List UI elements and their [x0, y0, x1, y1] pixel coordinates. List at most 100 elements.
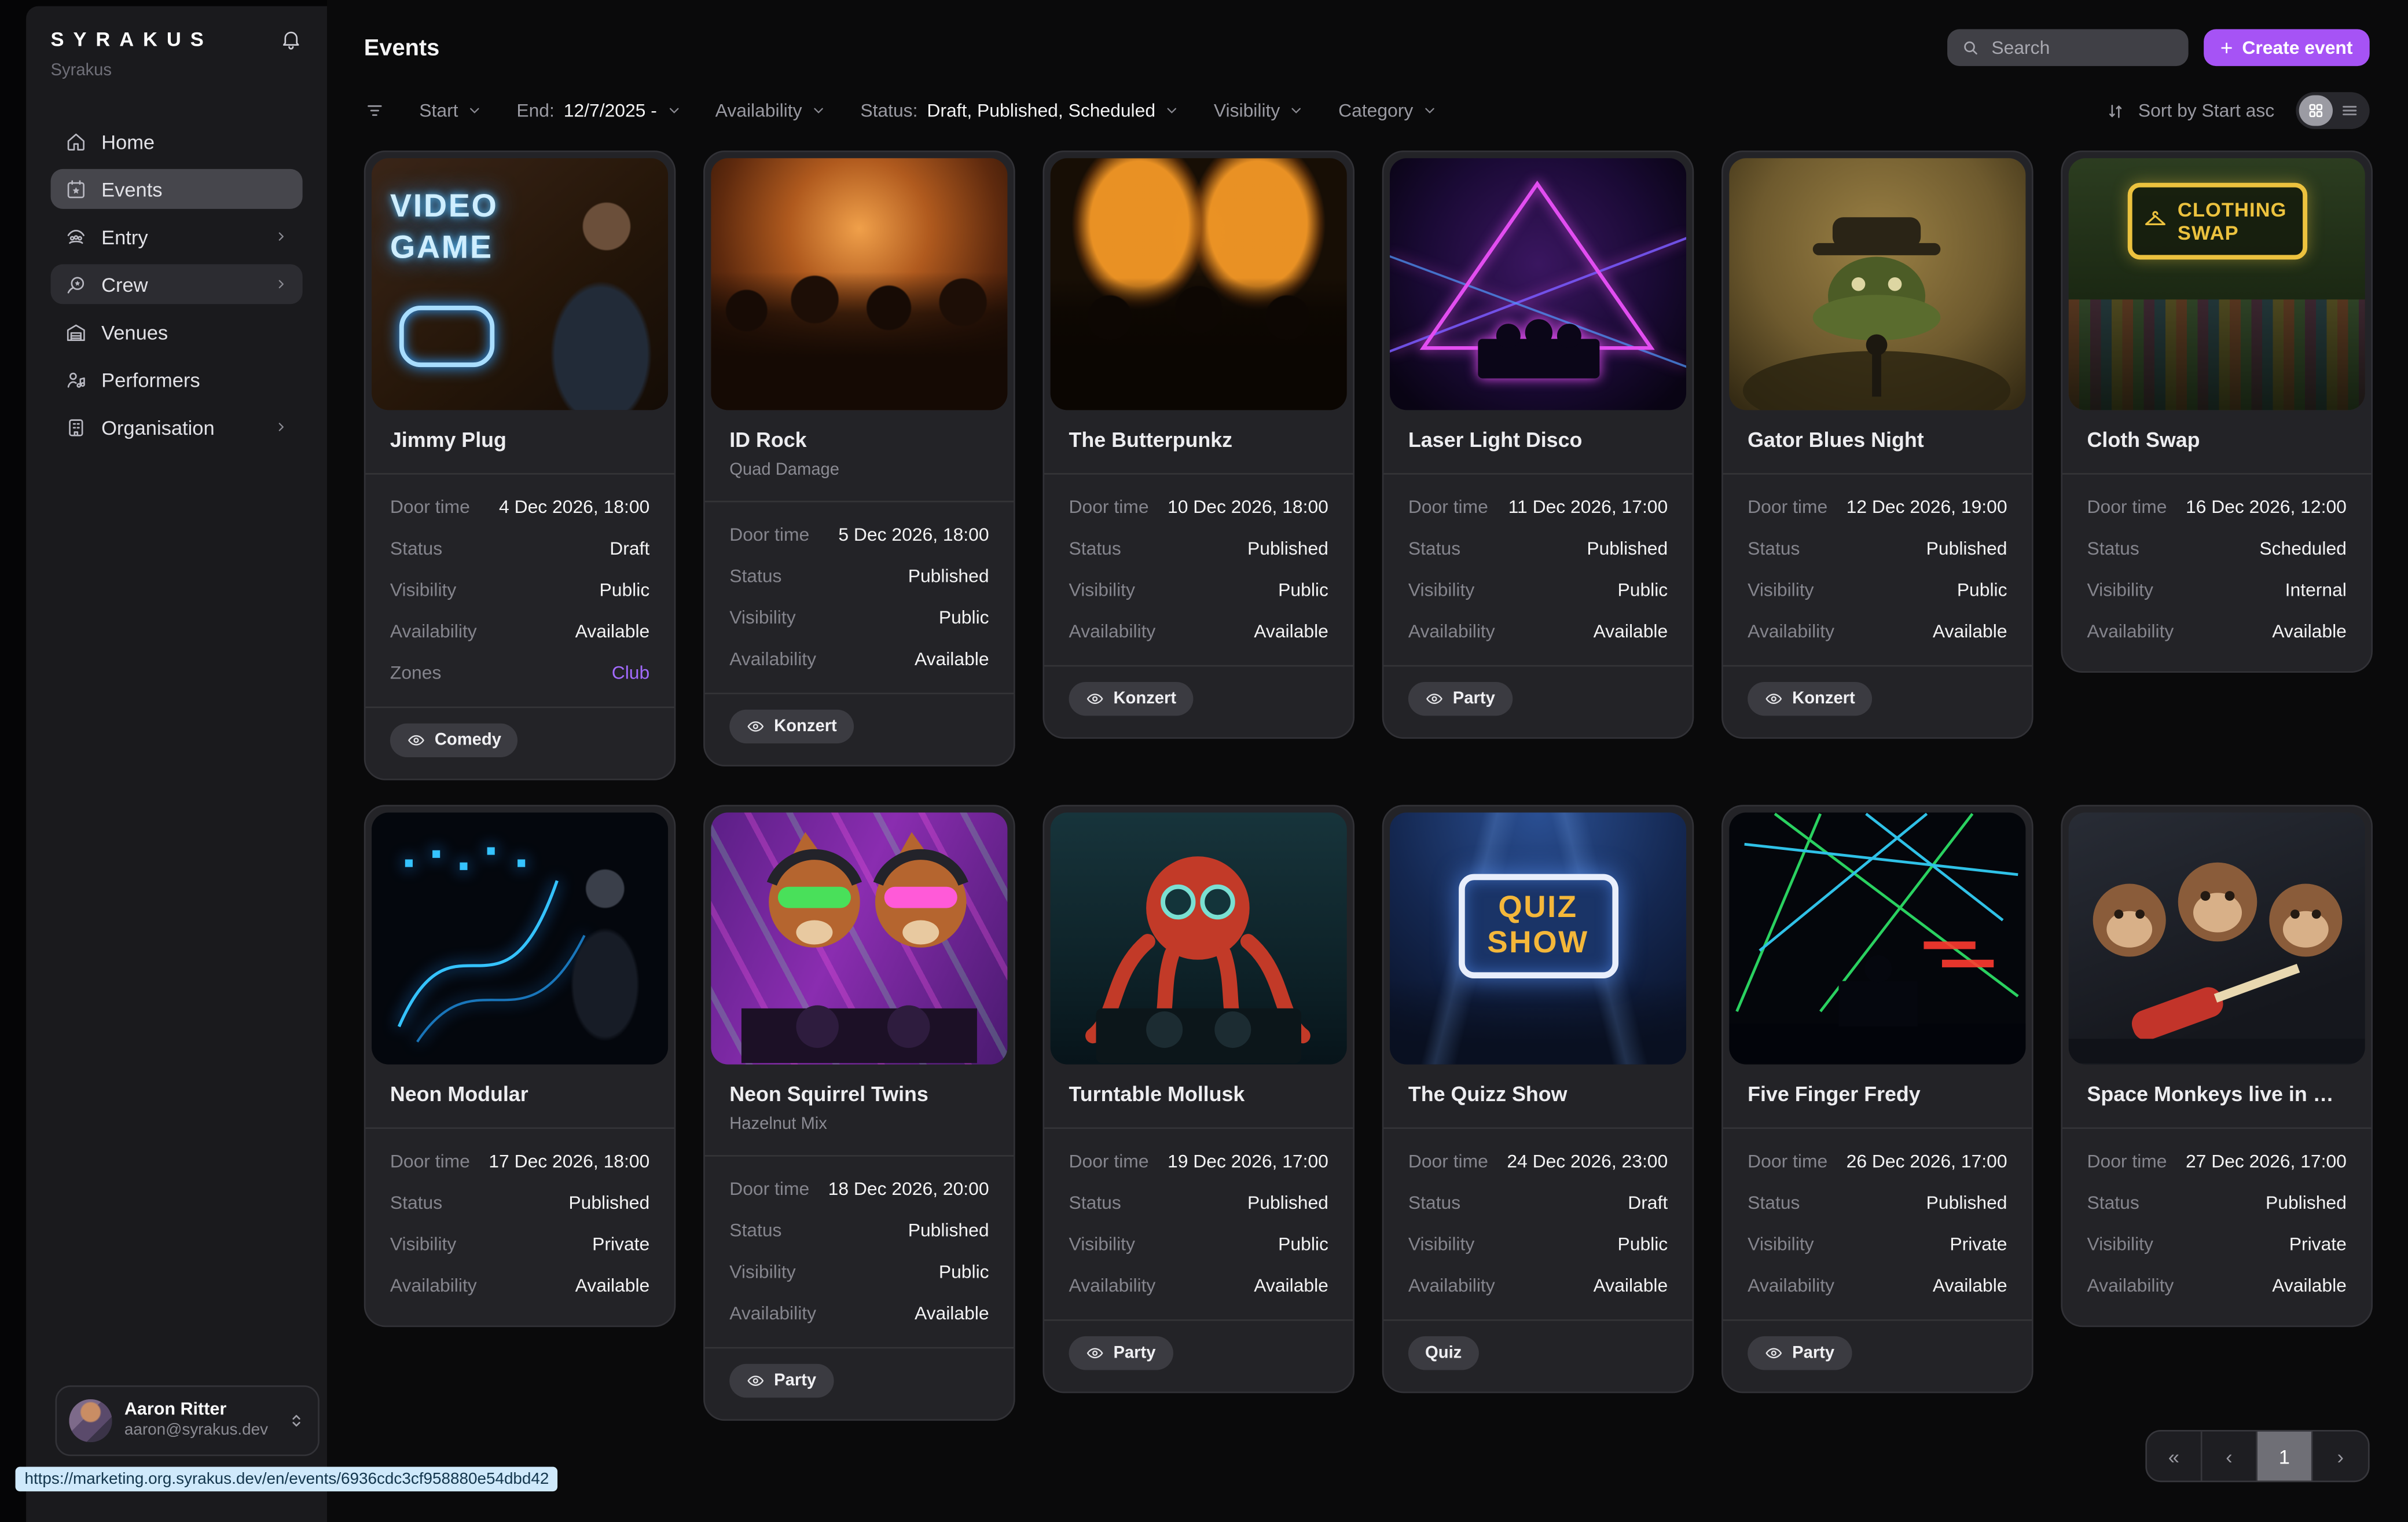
detail-value: 4 Dec 2026, 18:00: [499, 496, 649, 519]
event-title: Gator Blues Night: [1748, 428, 2007, 452]
event-title: Neon Squirrel Twins: [729, 1083, 989, 1106]
detail-value: Published: [1247, 1192, 1328, 1215]
octopus-dj-graphic: [1051, 812, 1347, 1064]
detail-label: Availability: [1748, 621, 1834, 644]
notifications-bell-icon[interactable]: [280, 28, 303, 51]
category-tag-label: Konzert: [774, 717, 837, 736]
laser-show-graphic: [1729, 812, 2025, 1064]
category-tag[interactable]: Konzert: [1069, 682, 1194, 716]
detail-value: Available: [915, 648, 989, 672]
filter-start[interactable]: Start: [419, 100, 483, 121]
detail-value: Available: [1594, 1275, 1668, 1298]
detail-value: Public: [1278, 579, 1328, 602]
detail-label: Visibility: [1408, 1233, 1474, 1256]
event-image: [1729, 158, 2025, 410]
event-title: The Quizz Show: [1408, 1083, 1668, 1106]
filter-end[interactable]: End: 12/7/2025 -: [516, 100, 681, 121]
event-card[interactable]: VIDEOGAMEJimmy PlugDoor time4 Dec 2026, …: [364, 151, 676, 780]
filter-lines-icon[interactable]: [364, 100, 386, 121]
sort-button[interactable]: Sort by Start asc: [2106, 100, 2274, 121]
event-card[interactable]: ID RockQuad DamageDoor time5 Dec 2026, 1…: [703, 151, 1015, 766]
grid-view-icon[interactable]: [2299, 95, 2333, 126]
detail-label: Visibility: [729, 1261, 795, 1284]
detail-row: ZonesClub: [390, 662, 649, 685]
detail-value: Published: [908, 1220, 989, 1243]
sidebar-item-entry[interactable]: Entry: [51, 217, 303, 256]
detail-row: Door time10 Dec 2026, 18:00: [1069, 496, 1328, 519]
filter-status[interactable]: Status: Draft, Published, Scheduled: [860, 100, 1180, 121]
pagination-prev-button[interactable]: ‹: [2202, 1432, 2258, 1481]
chevron-right-icon: [273, 229, 289, 244]
detail-row: StatusDraft: [1408, 1192, 1668, 1215]
detail-label: Status: [390, 538, 442, 561]
chevron-down-icon: [1165, 103, 1180, 119]
detail-value: Published: [908, 565, 989, 588]
event-card[interactable]: Five Finger FredyDoor time26 Dec 2026, 1…: [1721, 805, 2033, 1393]
event-card[interactable]: Gator Blues Night Door time12 Dec 2026, 1…: [1721, 151, 2033, 739]
status-url-tooltip: https://marketing.org.syrakus.dev/en/eve…: [16, 1467, 559, 1491]
detail-label: Visibility: [2087, 1233, 2153, 1256]
category-tag[interactable]: Party: [1408, 682, 1512, 716]
category-tag-label: Party: [774, 1371, 816, 1390]
category-tag[interactable]: Comedy: [390, 724, 518, 757]
filter-availability[interactable]: Availability: [715, 100, 827, 121]
filter-category[interactable]: Category: [1338, 100, 1438, 121]
detail-label: Door time: [1748, 1150, 1827, 1173]
category-tag[interactable]: Party: [1069, 1336, 1173, 1370]
pagination-next-button[interactable]: ›: [2313, 1432, 2369, 1481]
event-subtitle: Hazelnut Mix: [729, 1115, 989, 1134]
category-tag[interactable]: Party: [729, 1364, 833, 1398]
detail-row: VisibilityPublic: [1408, 579, 1668, 602]
detail-value: 17 Dec 2026, 18:00: [489, 1150, 649, 1173]
event-card[interactable]: The ButterpunkzDoor time10 Dec 2026, 18:…: [1043, 151, 1355, 739]
sidebar-item-label: Home: [101, 130, 289, 153]
category-tag-label: Quiz: [1425, 1344, 1462, 1362]
laser-triangle-graphic: [1390, 158, 1686, 410]
sidebar-item-events[interactable]: Events: [51, 169, 303, 209]
category-tag[interactable]: Party: [1748, 1336, 1851, 1370]
detail-value: Internal: [2285, 579, 2347, 602]
detail-row: StatusScheduled: [2087, 538, 2347, 561]
create-event-button[interactable]: + Create event: [2204, 29, 2370, 66]
detail-row: AvailabilityAvailable: [1408, 1275, 1668, 1298]
list-view-icon[interactable]: [2333, 95, 2366, 126]
filter-start-label: Start: [419, 100, 458, 121]
search-field[interactable]: [1988, 35, 2174, 60]
detail-label: Status: [729, 1220, 781, 1243]
category-tag[interactable]: Konzert: [1748, 682, 1872, 716]
detail-row: Door time12 Dec 2026, 19:00: [1748, 496, 2007, 519]
event-card[interactable]: Neon Squirrel TwinsHazelnut MixDoor time…: [703, 805, 1015, 1421]
detail-value: Available: [2272, 621, 2347, 644]
event-card[interactable]: CLOTHINGSWAPCloth SwapDoor time16 Dec 20…: [2061, 151, 2373, 673]
detail-row: Availability Available: [1748, 621, 2007, 644]
detail-value: 24 Dec 2026, 23:00: [1507, 1150, 1668, 1173]
view-toggle[interactable]: [2296, 92, 2369, 129]
filter-visibility[interactable]: Visibility: [1214, 100, 1305, 121]
search-icon: [1961, 38, 1979, 57]
pagination-first-button[interactable]: «: [2147, 1432, 2203, 1481]
sidebar-item-venues[interactable]: Venues: [51, 312, 303, 352]
detail-row: StatusPublished: [1069, 538, 1328, 561]
event-card[interactable]: Turntable MolluskDoor time19 Dec 2026, 1…: [1043, 805, 1355, 1393]
sidebar-item-label: Venues: [101, 320, 289, 343]
sidebar-item-performers[interactable]: Performers: [51, 360, 303, 399]
detail-value: 26 Dec 2026, 17:00: [1847, 1150, 2007, 1173]
sidebar-item-home[interactable]: Home: [51, 122, 303, 162]
detail-label: Status: [390, 1192, 442, 1215]
detail-value: Available: [1933, 621, 2007, 644]
category-tag[interactable]: Quiz: [1408, 1336, 1479, 1370]
sidebar-item-crew[interactable]: Crew: [51, 264, 303, 304]
user-menu[interactable]: Aaron Ritter aaron@syrakus.dev: [56, 1385, 320, 1456]
event-card[interactable]: Space Monkeys live in Conc...Door time27…: [2061, 805, 2373, 1327]
event-card[interactable]: QUIZSHOWThe Quizz ShowDoor time24 Dec 20…: [1382, 805, 1694, 1393]
detail-row: Door time17 Dec 2026, 18:00: [390, 1150, 649, 1173]
venues-icon: [64, 320, 87, 343]
event-card[interactable]: Laser Light DiscoDoor time11 Dec 2026, 1…: [1382, 151, 1694, 739]
event-card[interactable]: Neon ModularDoor time17 Dec 2026, 18:00S…: [364, 805, 676, 1327]
filter-availability-label: Availability: [715, 100, 802, 121]
search-input[interactable]: [1947, 29, 2188, 66]
pagination-page-1[interactable]: 1: [2258, 1432, 2313, 1481]
sidebar-item-organisation[interactable]: Organisation: [51, 407, 303, 447]
detail-row: StatusDraft: [390, 538, 649, 561]
category-tag[interactable]: Konzert: [729, 710, 854, 743]
